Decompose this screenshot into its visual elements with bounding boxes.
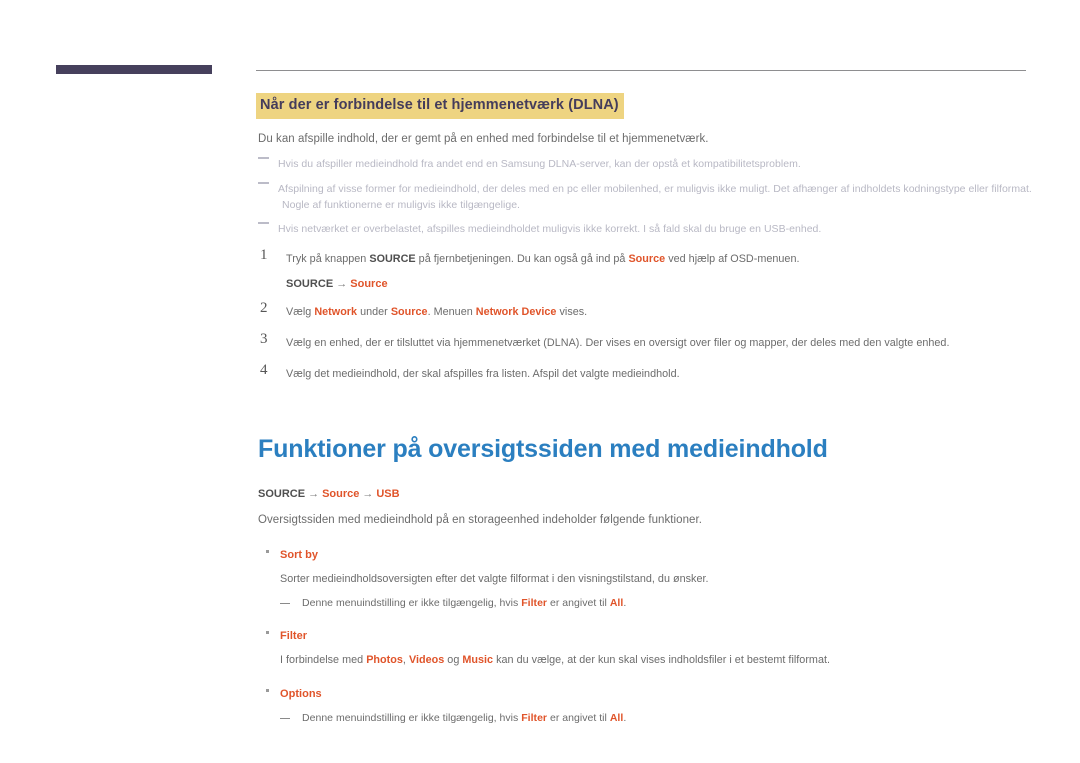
step-text: Vælg det medieindhold, der skal afspille…: [286, 368, 680, 380]
arrow-icon: →: [336, 278, 348, 291]
note-text: Afspilning af visse former for medieindh…: [278, 182, 1032, 195]
step-number: 3: [260, 330, 268, 347]
step-number: 4: [260, 361, 268, 378]
note-item: Hvis netværket er overbelastet, afspille…: [258, 221, 1046, 237]
inline-text: Tryk på knappen: [286, 253, 370, 266]
inline-term-accent: Network Device: [475, 306, 557, 319]
bullet-subnote-text: Denne menuindstilling er ikke tilgængeli…: [302, 712, 626, 724]
inline-term-accent: Source: [322, 488, 360, 501]
inline-term-accent: Network: [314, 306, 358, 319]
bullet-subnote-text: Denne menuindstilling er ikke tilgængeli…: [302, 597, 626, 609]
dash-bullet-icon: [258, 181, 269, 184]
section-dlna: Når der er forbindelse til et hjemmenetv…: [256, 93, 1046, 382]
bullet-description: I forbindelse med Photos, Videos og Musi…: [280, 652, 1046, 668]
step-number: 1: [260, 247, 268, 264]
document-page: Når der er forbindelse til et hjemmenetv…: [0, 0, 1080, 763]
bullet-title: Filter: [280, 630, 308, 643]
inline-text: og: [444, 654, 463, 667]
inline-term-accent: Music: [462, 654, 494, 667]
inline-term-accent: Photos: [366, 654, 403, 667]
inline-term-accent: Filter: [521, 711, 548, 724]
header-rule: [256, 70, 1026, 71]
inline-term-dark: SOURCE: [286, 278, 334, 291]
bullet-item: Sort by Sorter medieindholdsoversigten ef…: [258, 545, 1046, 587]
inline-text: .: [623, 711, 627, 724]
numbered-step: 3 Vælg en enhed, der er tilsluttet via hj…: [258, 330, 1046, 352]
dlna-note-list: Hvis du afspiller medieindhold fra andet…: [256, 156, 1046, 237]
dash-bullet-icon: [280, 717, 290, 720]
overview-bullet-list: Sort by Sorter medieindholdsoversigten ef…: [256, 545, 1046, 727]
step-text: Vælg en enhed, der er tilsluttet via hje…: [286, 337, 949, 349]
numbered-step: 1 Tryk på knappen SOURCE på fjernbetjenin…: [258, 247, 1046, 268]
numbered-step: 4 Vælg det medieindhold, der skal afspill…: [258, 361, 1046, 383]
inline-text: kan du vælge, at der kun skal vises indh…: [493, 654, 831, 667]
inline-term-accent: USB: [376, 488, 400, 501]
inline-text: Vælg: [286, 306, 315, 319]
bullet-item: Filter I forbindelse med Photos, Videos o…: [258, 626, 1046, 668]
inline-text: Denne menuindstilling er ikke tilgængeli…: [302, 596, 522, 609]
step-text: Vælg Network under Source. Menuen Networ…: [286, 306, 587, 318]
note-item: Afspilning af visse former for medieindh…: [258, 181, 1046, 214]
bullet-item: Options: [258, 684, 1046, 702]
bullet-title: Sort by: [280, 548, 319, 561]
dash-bullet-icon: [258, 222, 269, 225]
bullet-title: Options: [280, 687, 322, 700]
inline-text: Denne menuindstilling er ikke tilgængeli…: [302, 711, 522, 724]
page-title-overview: Funktioner på oversigtssiden med mediein…: [258, 435, 828, 464]
bullet-description: Sorter medieindholdsoversigten efter det…: [280, 571, 1046, 587]
inline-term-dark: SOURCE: [258, 488, 306, 501]
inline-term-dark: SOURCE: [369, 253, 416, 266]
note-text-continuation: Nogle af funktionerne er muligvis ikke t…: [282, 198, 520, 211]
bullet-dot-icon: [266, 549, 269, 553]
breadcrumb-overview: SOURCE → Source → USB: [258, 488, 1046, 500]
arrow-icon: →: [308, 488, 320, 501]
inline-text: Vælg det medieindhold, der skal afspille…: [286, 367, 680, 380]
inline-text: . Menuen: [427, 306, 476, 319]
dlna-step-list: 1 Tryk på knappen SOURCE på fjernbetjenin…: [256, 247, 1046, 383]
inline-term-accent: Source: [390, 306, 428, 319]
dash-bullet-icon: [280, 602, 290, 605]
step-number: 2: [260, 300, 268, 317]
inline-term-accent: Videos: [408, 654, 445, 667]
dash-bullet-icon: [258, 157, 269, 160]
inline-term-accent: Filter: [521, 596, 548, 609]
inline-text: I forbindelse med: [280, 654, 367, 667]
section-intro-overview: Oversigtssiden med medieindhold på en st…: [258, 514, 702, 527]
inline-term-accent: All: [609, 711, 624, 724]
inline-text: Sorter medieindholdsoversigten efter det…: [280, 572, 709, 585]
section-heading-dlna: Når der er forbindelse til et hjemmenetv…: [256, 93, 624, 120]
inline-text: på fjernbetjeningen. Du kan også gå ind …: [415, 253, 629, 266]
breadcrumb-step: SOURCE → Source: [286, 278, 1046, 290]
note-item: Hvis du afspiller medieindhold fra andet…: [258, 156, 1046, 172]
section-overview: Funktioner på oversigtssiden med mediein…: [256, 434, 1046, 726]
inline-text: vises.: [556, 306, 588, 319]
inline-text: Vælg en enhed, der er tilsluttet via hje…: [286, 336, 950, 349]
inline-term-accent: All: [609, 596, 624, 609]
inline-text: under: [357, 306, 391, 319]
inline-text: .: [623, 596, 627, 609]
page-tab-marker: [56, 65, 212, 74]
numbered-step: 2 Vælg Network under Source. Menuen Netwo…: [258, 300, 1046, 321]
section-intro-dlna: Du kan afspille indhold, der er gemt på …: [258, 133, 709, 146]
inline-text: er angivet til: [547, 711, 610, 724]
bullet-subnote: Denne menuindstilling er ikke tilgængeli…: [276, 711, 1046, 727]
inline-text: ved hjælp af OSD-menuen.: [665, 253, 800, 266]
arrow-icon: →: [362, 488, 374, 501]
bullet-dot-icon: [266, 631, 269, 635]
bullet-subnote: Denne menuindstilling er ikke tilgængeli…: [276, 596, 1046, 612]
note-text: Hvis du afspiller medieindhold fra andet…: [278, 158, 801, 171]
step-text: Tryk på knappen SOURCE på fjernbetjening…: [286, 253, 800, 265]
inline-term-accent: Source: [350, 278, 388, 291]
inline-term-accent: Source: [628, 253, 666, 266]
bullet-dot-icon: [266, 688, 269, 692]
inline-text: er angivet til: [547, 596, 610, 609]
note-text: Hvis netværket er overbelastet, afspille…: [278, 223, 822, 236]
page-content: Når der er forbindelse til et hjemmenetv…: [256, 93, 1046, 726]
